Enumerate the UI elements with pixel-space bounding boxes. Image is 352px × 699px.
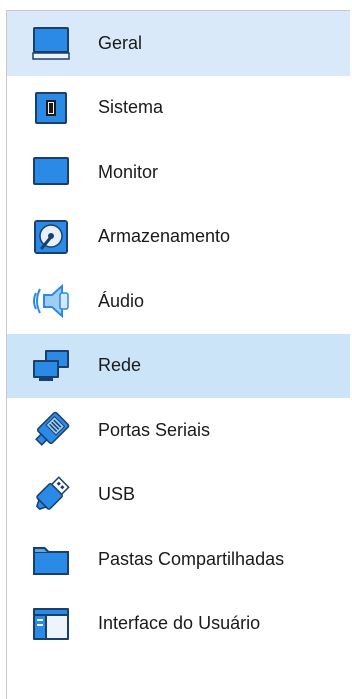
computer-icon: [29, 21, 73, 65]
speaker-icon: [29, 279, 73, 323]
nav-item-label: Rede: [98, 355, 142, 376]
nav-item-label: USB: [98, 484, 136, 505]
serial-port-icon: [29, 408, 73, 452]
nav-item-sistema[interactable]: Sistema: [7, 76, 350, 141]
nav-item-portas-seriais[interactable]: Portas Seriais: [7, 398, 350, 463]
nav-item-audio[interactable]: Áudio: [7, 269, 350, 334]
settings-nav-list: Geral Sistema Monitor Armazenamento Áudi…: [7, 11, 350, 656]
nav-item-label: Pastas Compartilhadas: [98, 548, 285, 569]
nav-item-monitor[interactable]: Monitor: [7, 140, 350, 205]
nav-item-rede[interactable]: Rede: [7, 333, 350, 398]
nav-item-geral[interactable]: Geral: [7, 11, 350, 76]
user-interface-icon: [29, 602, 73, 646]
usb-icon: [29, 473, 73, 517]
shared-folder-icon: [29, 537, 73, 581]
network-icon: [29, 344, 73, 388]
nav-item-label: Interface do Usuário: [98, 613, 261, 634]
nav-item-label: Geral: [98, 32, 143, 53]
nav-item-label: Monitor: [98, 161, 159, 182]
settings-sidebar: Geral Sistema Monitor Armazenamento Áudi…: [6, 10, 350, 699]
chip-icon: [29, 86, 73, 130]
nav-item-label: Sistema: [98, 97, 164, 118]
monitor-icon: [29, 150, 73, 194]
nav-item-label: Armazenamento: [98, 226, 231, 247]
nav-item-label: Portas Seriais: [98, 419, 211, 440]
nav-item-interface-do-usuario[interactable]: Interface do Usuário: [7, 592, 350, 657]
storage-icon: [29, 215, 73, 259]
nav-item-label: Áudio: [98, 290, 145, 311]
nav-item-usb[interactable]: USB: [7, 463, 350, 528]
nav-item-armazenamento[interactable]: Armazenamento: [7, 205, 350, 270]
nav-item-pastas-compartilhadas[interactable]: Pastas Compartilhadas: [7, 527, 350, 592]
